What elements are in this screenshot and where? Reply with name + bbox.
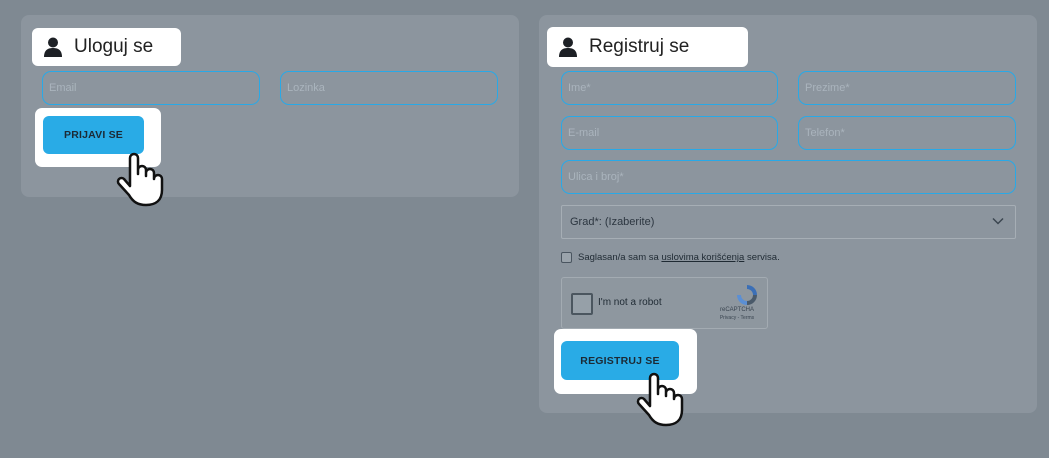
recaptcha-brand: reCAPTCHA [719,307,754,313]
chevron-down-icon [992,217,1004,225]
register-title: Registruj se [589,36,690,57]
terms-checkbox[interactable] [561,252,572,263]
recaptcha-widget: I'm not a robot reCAPTCHA Privacy - Term… [561,277,768,329]
login-title-box: Uloguj se [32,28,181,66]
first-name-input[interactable] [561,71,778,105]
phone-input[interactable] [798,116,1016,150]
last-name-input[interactable] [798,71,1016,105]
user-icon [559,37,577,57]
recaptcha-checkbox[interactable] [571,293,593,315]
city-select-value: Grad*: (Izaberite) [570,216,655,228]
recaptcha-logo-icon [737,285,757,305]
login-title: Uloguj se [74,36,154,57]
register-title-box: Registruj se [547,27,748,67]
terms-link[interactable]: uslovima korišćenja [661,252,744,263]
address-input[interactable] [561,160,1016,194]
login-email-input[interactable] [42,71,260,105]
recaptcha-label: I'm not a robot [598,297,662,308]
terms-consent: Saglasan/a sam sa uslovima korišćenja se… [561,252,780,263]
city-select[interactable]: Grad*: (Izaberite) [561,205,1016,239]
recaptcha-terms[interactable]: Privacy - Terms [715,315,759,321]
login-password-input[interactable] [280,71,498,105]
consent-text: Saglasan/a sam sa uslovima korišćenja se… [578,252,780,263]
register-email-input[interactable] [561,116,778,150]
user-icon [44,37,62,57]
hand-pointer-icon [636,372,684,427]
hand-pointer-icon [116,152,164,207]
